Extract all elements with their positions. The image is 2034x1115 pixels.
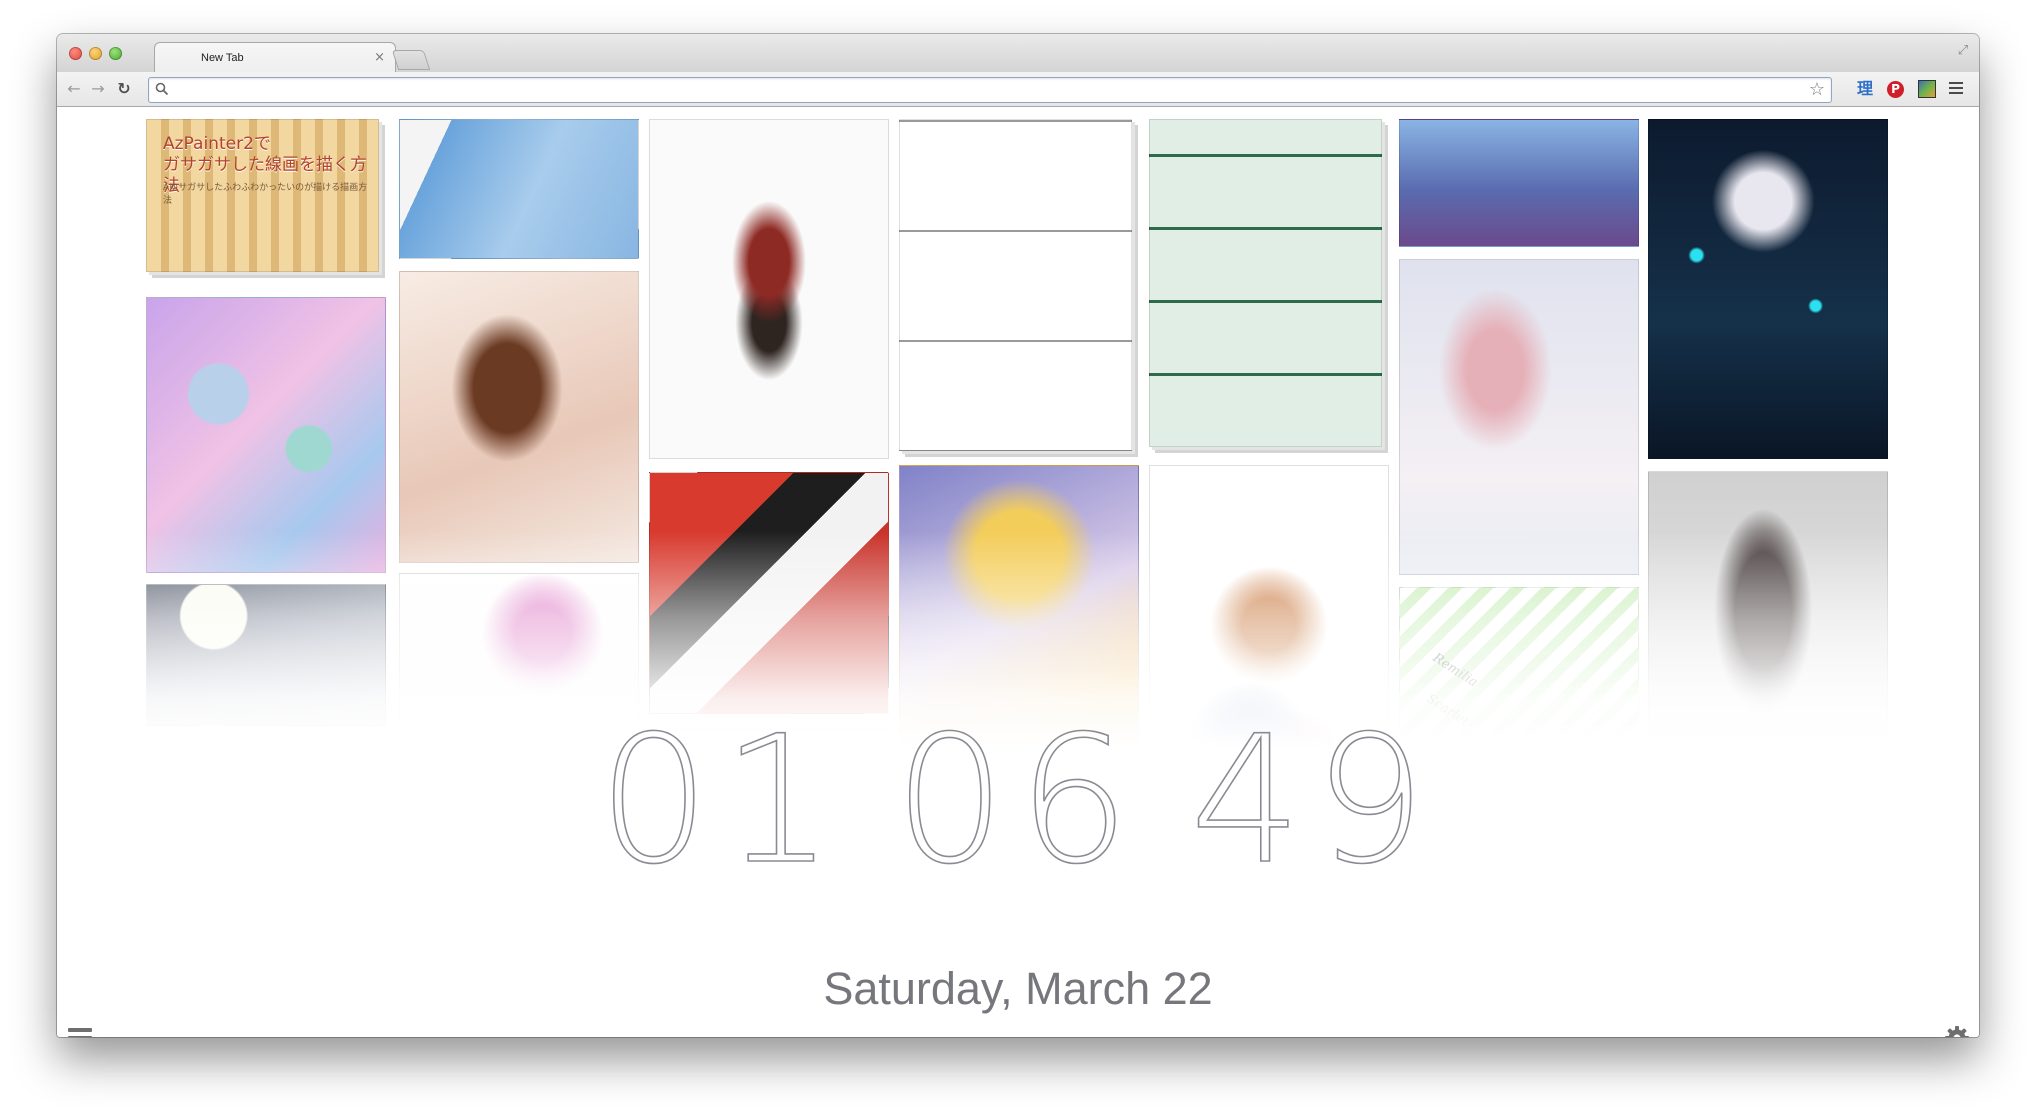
bookmark-star-icon[interactable]: ☆ <box>1809 79 1825 101</box>
gallery-image-moon[interactable] <box>146 584 386 726</box>
tab-new-tab[interactable]: New Tab × <box>154 42 396 74</box>
tab-title: New Tab <box>201 52 244 64</box>
fullscreen-icon[interactable]: ⤢ <box>1955 43 1971 59</box>
address-bar[interactable]: ☆ <box>148 77 1832 103</box>
browser-menu-icon[interactable] <box>1949 82 1963 96</box>
clock-hours: 01 <box>597 698 847 903</box>
gear-icon[interactable] <box>1944 1025 1970 1037</box>
toolbar: ← → ↻ ☆ 理 P <box>57 72 1979 107</box>
maximize-window-button[interactable] <box>109 47 122 60</box>
desktop-background: New Tab × ⤢ ← → ↻ ☆ 理 P AzPainter2で ガサガサ… <box>0 0 2034 1115</box>
new-tab-button[interactable] <box>391 50 431 70</box>
gallery-image-sketch[interactable] <box>899 119 1132 451</box>
title-bar: New Tab × ⤢ <box>57 34 1979 74</box>
clock-minutes: 06 <box>893 698 1142 903</box>
gallery-image-cafe[interactable] <box>146 297 386 573</box>
gallery-image-parasol[interactable] <box>399 271 639 563</box>
tab-close-icon[interactable]: × <box>374 50 385 65</box>
photo-extension-icon[interactable] <box>1918 80 1936 98</box>
clock-display: 01 06 49 <box>57 698 1979 903</box>
browser-window: New Tab × ⤢ ← → ↻ ☆ 理 P AzPainter2で ガサガサ… <box>57 34 1979 1037</box>
forward-arrow-icon[interactable]: → <box>87 78 109 100</box>
gallery-image-pink-hair[interactable] <box>1399 259 1639 575</box>
gallery-image-manga[interactable] <box>1149 119 1382 447</box>
date-display: Saturday, March 22 <box>57 963 1979 1015</box>
gallery-image-town[interactable] <box>1399 119 1639 247</box>
pinterest-extension-icon[interactable]: P <box>1887 81 1904 98</box>
rikaikun-extension-icon[interactable]: 理 <box>1855 79 1875 99</box>
back-arrow-icon[interactable]: ← <box>63 78 85 100</box>
search-icon <box>155 82 169 96</box>
gallery-image-tutorial[interactable]: AzPainter2で ガサガサした線画を描く方法 Aゆサガサしたふわふわかった… <box>146 119 379 272</box>
new-tab-page: AzPainter2で ガサガサした線画を描く方法 Aゆサガサしたふわふわかった… <box>57 107 1979 1037</box>
menu-icon[interactable] <box>68 1028 92 1037</box>
clock-seconds: 49 <box>1189 698 1438 903</box>
gallery-image-red-dress[interactable] <box>649 119 889 459</box>
minimize-window-button[interactable] <box>89 47 102 60</box>
reload-icon[interactable]: ↻ <box>113 78 135 100</box>
gallery-image-skydive[interactable] <box>399 119 639 259</box>
gallery-image-sailor[interactable] <box>1648 119 1888 459</box>
remilia-caption-line-1: Remilia <box>1429 650 1481 691</box>
gallery-image-red-black[interactable] <box>649 472 889 714</box>
tutorial-subtitle: Aゆサガサしたふわふわかったいのが描ける描画方法 <box>163 183 368 206</box>
close-window-button[interactable] <box>69 47 82 60</box>
date-text: Saturday, March 22 <box>823 963 1213 1014</box>
address-input[interactable] <box>175 80 1789 100</box>
